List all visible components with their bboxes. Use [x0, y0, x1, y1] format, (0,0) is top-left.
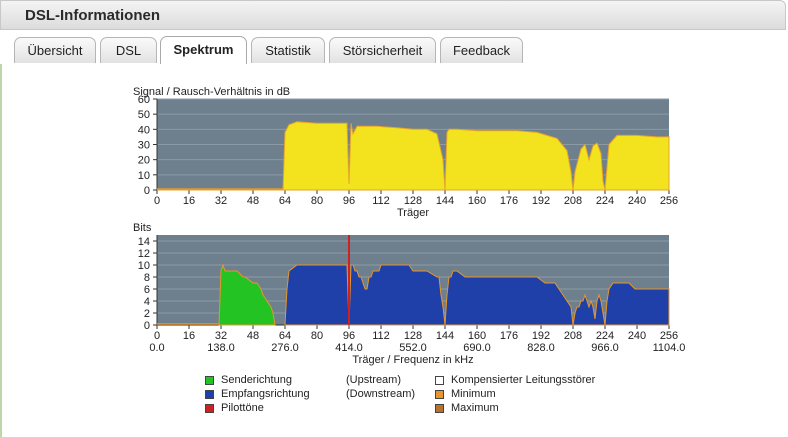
tab-statistik[interactable]: Statistik	[251, 37, 325, 63]
tab-feedback[interactable]: Feedback	[440, 37, 523, 63]
chart-legend: Senderichtung (Upstream) Empfangsrichtun…	[2, 64, 788, 437]
tab-bar: Übersicht DSL Spektrum Statistik Störsic…	[0, 30, 788, 65]
tab-dsl[interactable]: DSL	[100, 37, 157, 63]
upstream-swatch	[205, 375, 214, 385]
maximum-swatch	[435, 403, 444, 413]
legend-note-upstream: (Upstream)	[346, 374, 402, 386]
legend-note-downstream: (Downstream)	[346, 388, 416, 400]
downstream-swatch	[205, 389, 214, 399]
tab-uebersicht[interactable]: Übersicht	[14, 37, 96, 63]
legend-item-compensated: Kompensierter Leitungsstörer	[435, 374, 595, 388]
legend-item-downstream: Empfangsrichtung	[205, 388, 310, 402]
legend-item-upstream: Senderichtung	[205, 374, 292, 388]
tab-spektrum[interactable]: Spektrum	[160, 36, 247, 64]
spectrum-panel: 0 10 20 30 40 50 60 0 16 32 48 64 80 96 112 128 144 160 17…	[0, 64, 788, 437]
tab-stoersicherheit[interactable]: Störsicherheit	[329, 37, 436, 63]
minimum-swatch	[435, 389, 444, 399]
legend-item-maximum: Maximum	[435, 402, 499, 416]
window-titlebar: DSL-Informationen	[0, 0, 786, 30]
legend-item-pilot: Pilottöne	[205, 402, 264, 416]
pilot-swatch	[205, 403, 214, 413]
legend-item-minimum: Minimum	[435, 388, 496, 402]
window-title: DSL-Informationen	[25, 7, 160, 24]
compensated-swatch	[435, 375, 444, 385]
